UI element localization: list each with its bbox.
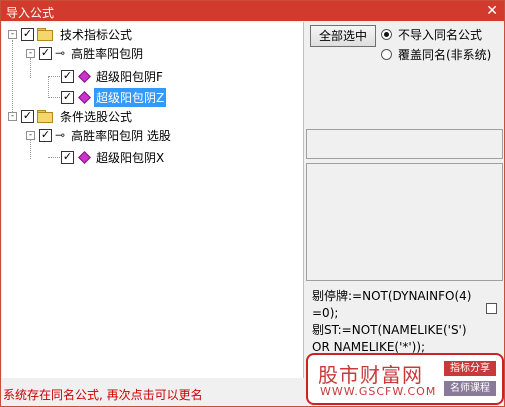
key-icon: ⊸ [55,128,66,142]
tree-node-label: 高胜率阳包阴 [71,46,144,61]
tree-line [48,157,60,158]
tree-line [48,76,60,77]
formula-code-preview: 剔停牌:=NOT(DYNAINFO(4) =0); 剔ST:=NOT(NAMEL… [308,286,502,356]
tree-node-stock-selection-formulas[interactable]: - ✓ 条件选股公式 [8,107,134,125]
formula-tree: - ✓ 技术指标公式 - ✓ ⊸ 高胜率阳包阴 ✓ 超级阳包阴F ✓ 超级阳包阴… [2,22,304,378]
watermark-url: WWW.GSCFW.COM [320,385,437,398]
watermark-tag: 名师课程 [444,381,496,396]
checkbox[interactable]: ✓ [39,46,52,60]
checkbox[interactable]: ✓ [61,90,74,104]
description-panel [306,163,503,281]
radio-label: 不导入同名公式 [398,28,483,42]
checkbox[interactable]: ✓ [21,27,34,41]
radio-unselected-icon[interactable] [381,49,392,60]
tree-node-label: 条件选股公式 [60,109,133,124]
title-bar: 导入公式 ✕ [1,1,504,21]
tree-node-label-selected: 超级阳包阴Z [94,87,167,107]
collapse-toggle[interactable]: - [26,130,35,140]
option-checkbox[interactable] [486,303,497,314]
collapse-toggle[interactable]: - [8,29,17,39]
tree-node-label: 超级阳包阴X [96,150,165,165]
window-title: 导入公式 [6,6,55,20]
tree-node-indicator-formulas[interactable]: - ✓ 技术指标公式 [8,25,134,43]
watermark-brand: 股市财富网 [318,363,423,387]
tree-node-item-z[interactable]: ✓ 超级阳包阴Z [61,87,167,107]
code-line: 剔ST:=NOT(NAMELIKE('S') [312,323,467,337]
import-formula-window: 导入公式 ✕ - ✓ 技术指标公式 - ✓ ⊸ 高胜率阳包阴 ✓ 超级阳包阴F [0,0,505,407]
folder-icon [37,28,53,41]
checkbox[interactable]: ✓ [61,69,74,83]
status-message: 系统存在同名公式, 再次点击可以更名 [3,388,203,402]
radio-label: 覆盖同名(非系统) [398,48,492,62]
tree-node-item-f[interactable]: ✓ 超级阳包阴F [61,67,165,85]
watermark-logo: 股市财富网 WWW.GSCFW.COM 指标分享 名师课程 [306,353,504,405]
collapse-toggle[interactable]: - [26,48,35,58]
radio-selected-icon[interactable] [381,29,392,40]
radio-no-import-duplicates[interactable]: 不导入同名公式 [381,26,482,43]
tree-node-label: 高胜率阳包阴 选股 [71,128,171,143]
folder-icon [37,110,53,123]
select-all-button[interactable]: 全部选中 [310,25,376,47]
tree-line [48,76,49,98]
info-panel [306,129,503,159]
tree-node-group-2[interactable]: - ✓ ⊸ 高胜率阳包阴 选股 [26,126,173,144]
collapse-toggle[interactable]: - [8,111,17,121]
code-line: =0); [312,306,339,320]
formula-diamond-icon [78,150,91,164]
formula-diamond-icon [78,69,91,83]
key-icon: ⊸ [55,46,66,60]
checkbox[interactable]: ✓ [21,109,34,123]
close-icon[interactable]: ✕ [486,2,498,20]
watermark-tag: 指标分享 [444,361,496,376]
code-line: 剔停牌:=NOT(DYNAINFO(4) [312,289,472,303]
tree-node-label: 超级阳包阴F [96,69,163,84]
tree-node-group-1[interactable]: - ✓ ⊸ 高胜率阳包阴 [26,44,145,62]
formula-diamond-icon [78,90,91,104]
radio-overwrite-duplicates[interactable]: 覆盖同名(非系统) [381,46,491,63]
tree-node-label: 技术指标公式 [60,27,133,42]
checkbox[interactable]: ✓ [61,150,74,164]
tree-line [48,97,60,98]
tree-node-item-x[interactable]: ✓ 超级阳包阴X [61,148,166,166]
checkbox[interactable]: ✓ [39,128,52,142]
